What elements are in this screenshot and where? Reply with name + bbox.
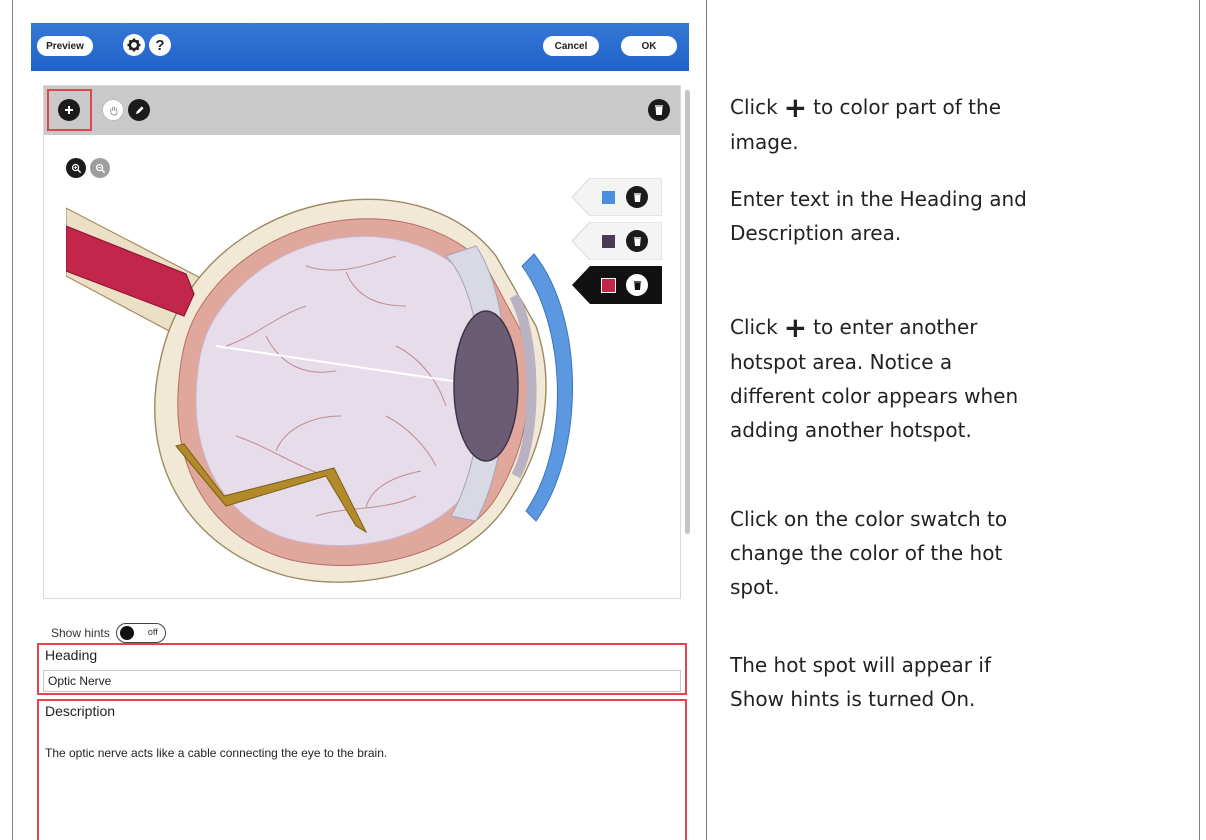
instruction-text: to color part of the [813,95,1001,119]
instruction-show-hints: The hot spot will appear if Show hints i… [730,648,991,716]
trash-icon [633,192,641,202]
instruction-text: image. [730,130,799,154]
delete-swatch-button[interactable] [626,274,648,296]
ok-button[interactable]: OK [621,36,677,56]
instruction-text: Description area. [730,221,902,245]
show-hints-label: Show hints [51,626,110,640]
instruction-text: change the color of the hot [730,541,1003,565]
instruction-text: The hot spot will appear if [730,653,991,677]
pan-tool-button[interactable] [102,99,124,121]
instruction-text: adding another hotspot. [730,418,972,442]
swatch-tab-bg [572,178,662,216]
show-hints-toggle[interactable]: off [115,623,166,643]
image-canvas-panel [43,85,690,599]
plus-icon: + [783,91,808,124]
heading-field-group: Heading Optic Nerve [37,643,687,695]
column-divider [706,0,707,840]
plus-icon: + [783,311,808,344]
gear-icon [127,38,141,52]
delete-hotspot-button[interactable] [648,99,670,121]
instruction-text: Show hints is turned On. [730,687,976,711]
show-hints-row: Show hints off [51,621,166,645]
pencil-icon [135,105,144,114]
instruction-add-hotspot: Click + to color part of the image. [730,90,1001,159]
draw-tool-button[interactable] [128,99,150,121]
instruction-text: different color appears when [730,384,1019,408]
swatch-tab-bg [572,266,662,304]
editor-header: Preview ? Cancel OK [31,23,689,71]
hotspot-swatch-3-selected[interactable] [572,266,662,304]
description-field-group: Description The optic nerve acts like a … [37,699,687,840]
delete-swatch-button[interactable] [626,186,648,208]
preview-button[interactable]: Preview [37,36,93,56]
instruction-color-swatch: Click on the color swatch to change the … [730,502,1007,604]
color-swatch[interactable] [601,278,616,293]
description-textarea[interactable]: The optic nerve acts like a cable connec… [45,746,387,760]
instruction-text: Click [730,315,778,339]
heading-label: Heading [45,647,98,663]
trash-icon [655,105,663,115]
instruction-text: Enter text in the Heading and [730,187,1027,211]
delete-swatch-button[interactable] [626,230,648,252]
color-swatch[interactable] [602,191,615,204]
hotspot-swatch-2[interactable] [572,222,662,260]
instruction-text: hotspot area. Notice a [730,350,953,374]
instruction-text: Click [730,95,778,119]
description-label: Description [45,703,116,719]
trash-icon [633,280,641,290]
drawing-toolbar [44,86,680,135]
instruction-text: Click on the color swatch to [730,507,1008,531]
swatch-tab-bg [572,222,662,260]
color-swatch[interactable] [602,235,615,248]
help-button[interactable]: ? [149,34,171,56]
instruction-text: spot. [730,575,780,599]
instruction-heading-description: Enter text in the Heading and Descriptio… [730,182,1027,250]
eye-anatomy-image [66,198,573,583]
trash-icon [633,236,641,246]
add-tool-highlight [47,89,92,131]
hand-icon [109,105,118,116]
hotspot-swatch-1[interactable] [572,178,662,216]
toggle-state: off [147,627,158,637]
toggle-knob [119,626,134,640]
cancel-button[interactable]: Cancel [543,36,599,56]
scrollbar[interactable] [685,90,690,534]
instruction-text: to enter another [813,315,978,339]
heading-input[interactable]: Optic Nerve [43,670,681,692]
settings-button[interactable] [123,34,145,56]
hotspot-editor: Preview ? Cancel OK Show hints off Headi… [31,23,690,840]
instruction-add-another: Click + to enter another hotspot area. Not… [730,310,1018,447]
